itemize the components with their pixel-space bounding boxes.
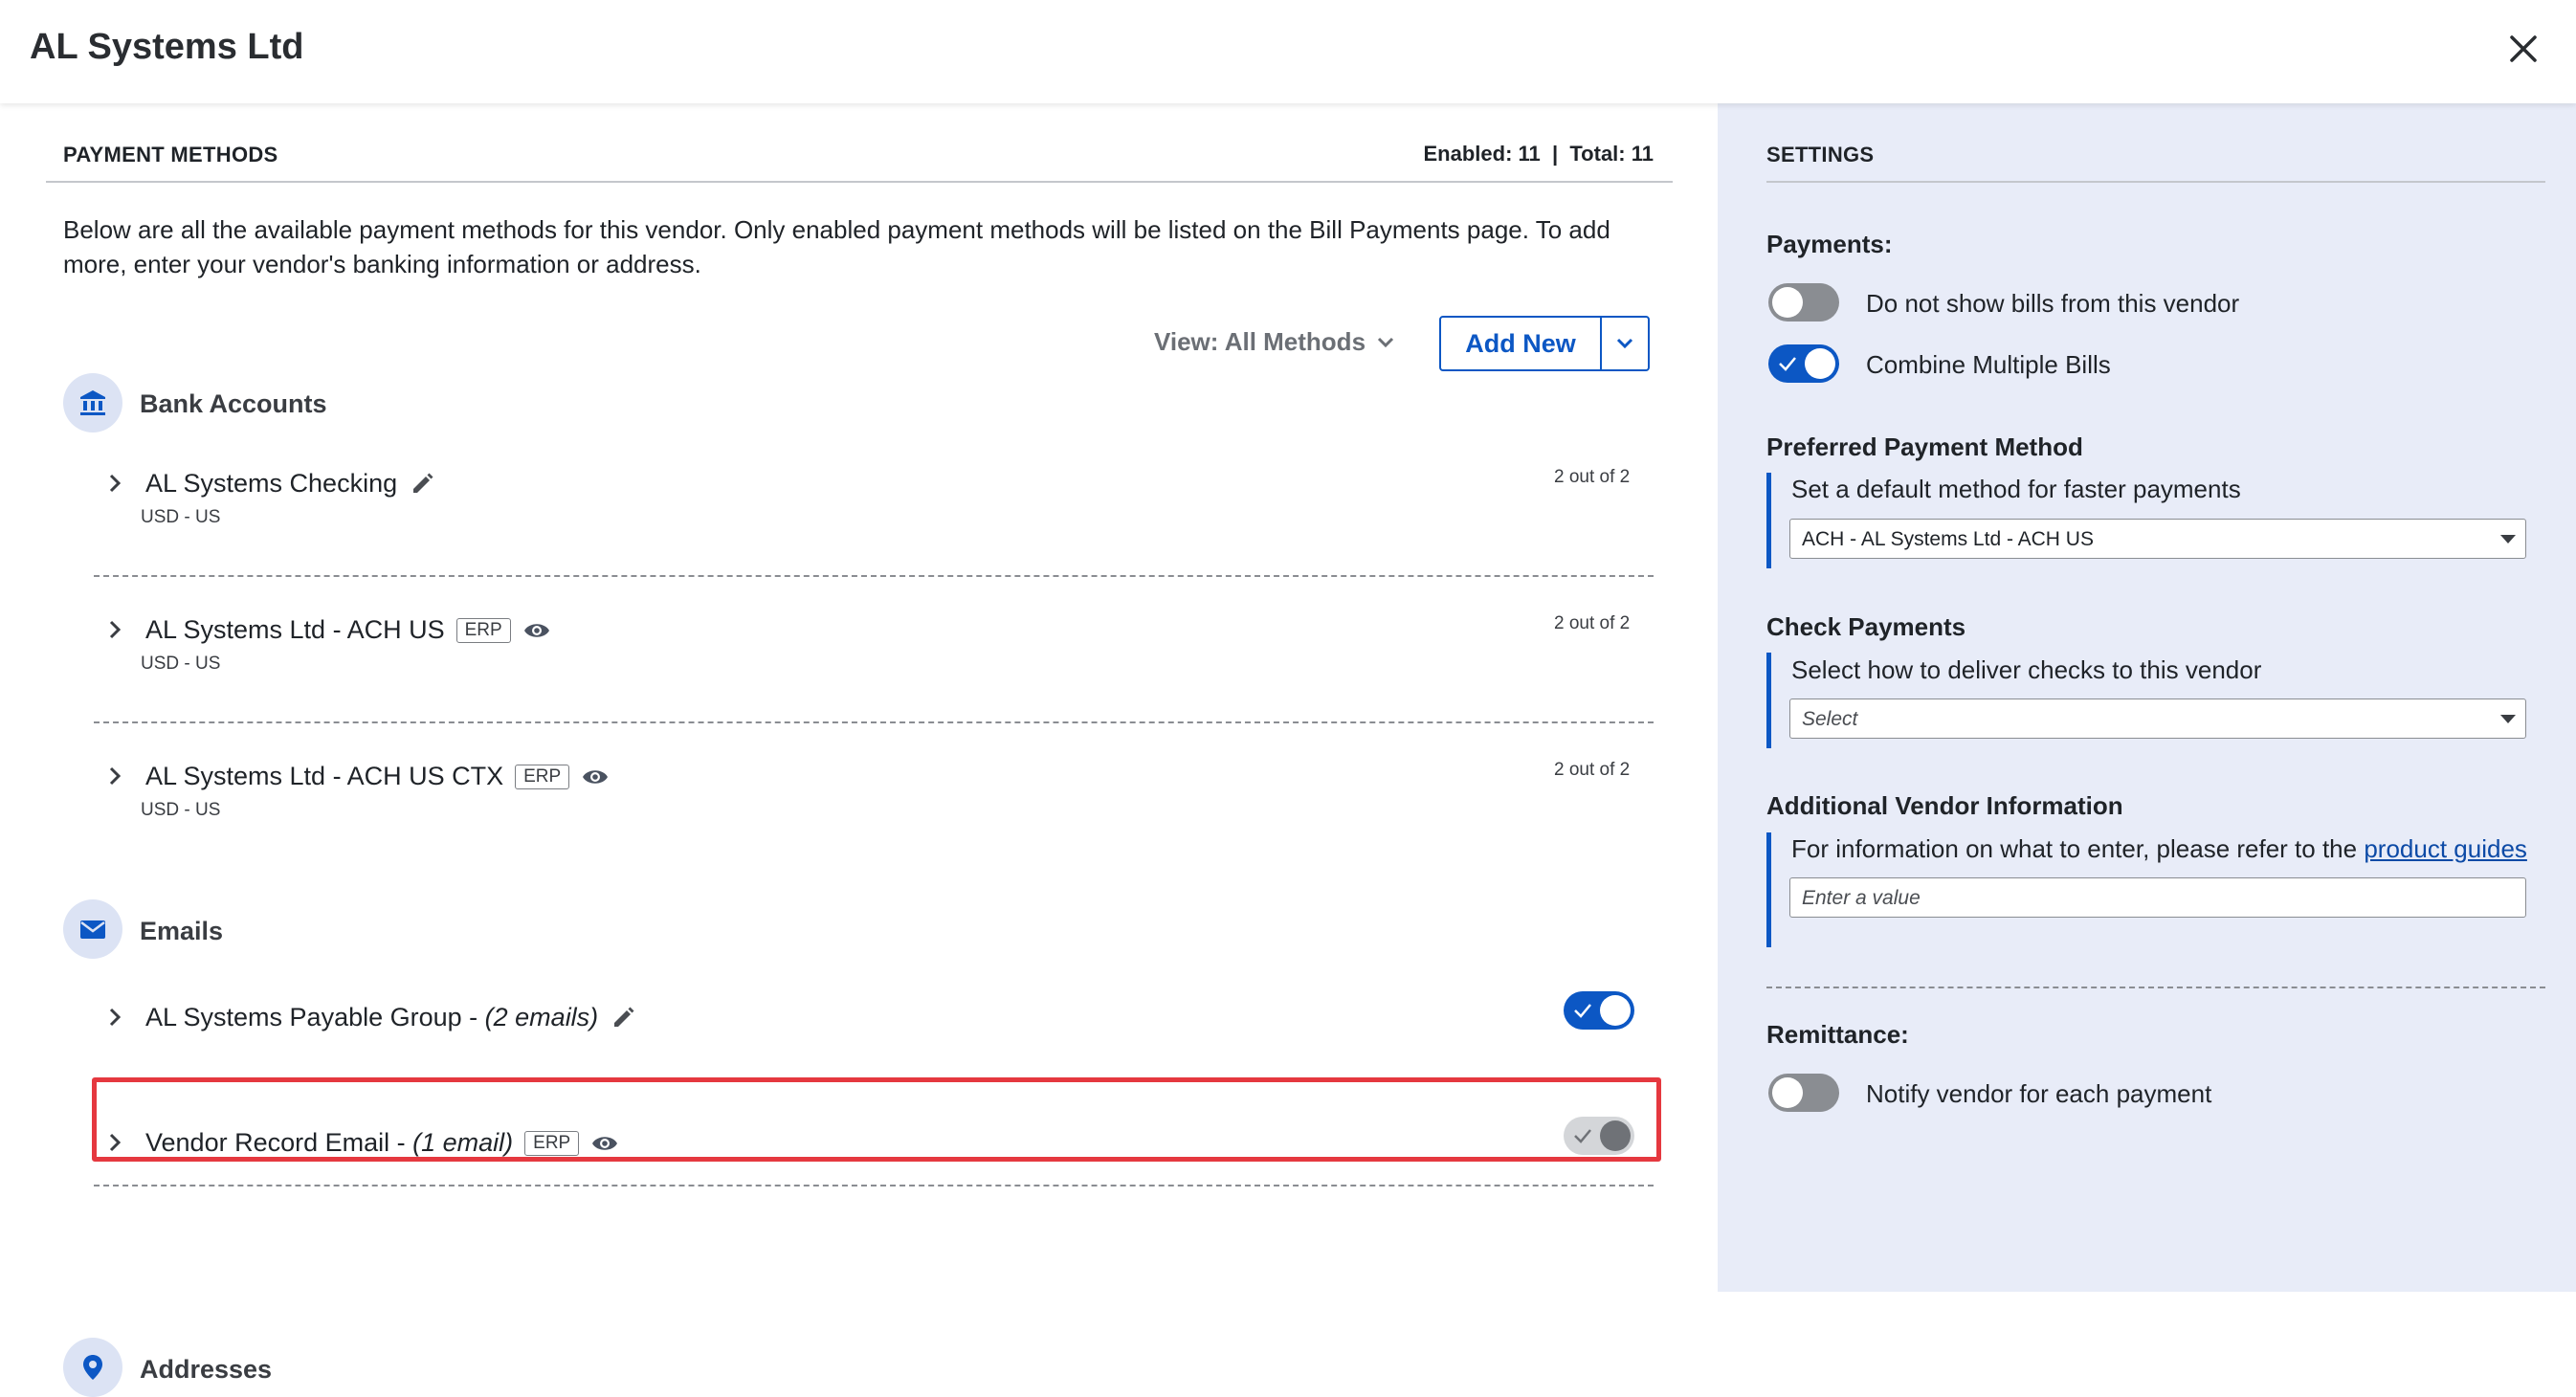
divider [1766,987,2545,988]
divider [1766,181,2545,183]
notify-vendor-toggle[interactable] [1768,1074,1839,1112]
settings-panel [1718,103,2576,1292]
email-group-name: Vendor Record Email - (1 email) [145,1128,513,1158]
additional-vendor-info-text: For information on what to enter, please… [1791,834,2527,864]
do-not-show-bills-toggle[interactable] [1768,283,1839,322]
preferred-payment-text: Set a default method for faster payments [1791,475,2241,503]
view-label: View: All Methods [1154,327,1366,356]
check-delivery-select[interactable]: Select [1789,698,2526,739]
check-icon [1779,357,1796,371]
email-count: (1 email) [412,1128,514,1157]
chevron-right-icon[interactable] [103,618,126,641]
enabled-total-counts: Enabled: 11 | Total: 11 [1423,142,1654,166]
preferred-payment-heading: Preferred Payment Method [1766,432,2083,461]
check-icon [1574,1004,1591,1018]
email-count: (2 emails) [484,1003,599,1031]
eye-icon[interactable] [522,620,551,641]
enabled-count: 2 out of 2 [1554,613,1631,633]
chevron-right-icon[interactable] [103,1006,126,1029]
caret-down-icon [2500,535,2516,543]
erp-badge: ERP [455,617,511,643]
bank-account-name: AL Systems Checking [145,469,398,498]
chevron-right-icon[interactable] [103,765,126,787]
email-enabled-toggle[interactable] [1564,991,1634,1030]
close-icon[interactable] [2503,29,2543,69]
pencil-icon[interactable] [610,1005,636,1031]
description-text: Below are all the available payment meth… [63,215,1610,278]
modal-header: AL Systems Ltd [0,0,2576,103]
bank-account-name: AL Systems Ltd - ACH US [145,615,445,644]
do-not-show-bills-label: Do not show bills from this vendor [1866,289,2240,318]
mail-icon [63,899,122,959]
remittance-label: Remittance: [1766,1020,1909,1049]
chevron-down-icon [1377,337,1394,347]
caret-down-icon [2500,715,2516,723]
eye-icon[interactable] [581,766,610,787]
check-payments-text: Select how to deliver checks to this ven… [1791,655,2262,684]
email-item: Vendor Record Email - (1 email) ERP [145,1128,619,1158]
add-new-split-button: Add New [1439,316,1650,371]
add-new-menu-button[interactable] [1602,318,1648,369]
bank-account-item: AL Systems Ltd - ACH US ERP [145,615,551,645]
currency-country: USD - US [141,654,221,674]
page-title: AL Systems Ltd [30,27,304,67]
divider [94,721,1654,723]
section-accent-bar [1766,473,1771,568]
divider [46,181,1673,183]
email-group-name: AL Systems Payable Group - (2 emails) [145,1003,598,1032]
additional-info-text: For information on what to enter, please… [1791,834,2365,863]
enabled-count: 2 out of 2 [1554,760,1631,780]
erp-badge: ERP [524,1130,580,1156]
divider [94,575,1654,577]
chevron-down-icon [1616,338,1633,349]
check-delivery-placeholder: Select [1802,708,1858,730]
preferred-payment-value: ACH - AL Systems Ltd - ACH US [1802,528,2094,550]
check-payments-heading: Check Payments [1766,612,1966,641]
preferred-payment-select[interactable]: ACH - AL Systems Ltd - ACH US [1789,519,2526,559]
section-accent-bar [1766,832,1771,947]
chevron-right-icon[interactable] [103,1131,126,1154]
check-icon [1574,1129,1591,1143]
eye-icon[interactable] [590,1133,619,1154]
addresses-label: Addresses [140,1355,273,1384]
currency-country: USD - US [141,800,221,820]
section-accent-bar [1766,653,1771,748]
payments-label: Payments: [1766,230,1893,258]
enabled-count: 2 out of 2 [1554,467,1631,487]
view-dropdown[interactable]: View: All Methods [1154,327,1396,357]
additional-vendor-info-heading: Additional Vendor Information [1766,791,2123,820]
emails-label: Emails [140,917,224,945]
erp-badge: ERP [515,764,570,789]
email-name: Vendor Record Email - [145,1128,413,1157]
divider [94,1185,1654,1186]
bank-account-item: AL Systems Ltd - ACH US CTX ERP [145,762,610,791]
bank-icon [63,373,122,432]
email-name: AL Systems Payable Group - [145,1003,485,1031]
combine-multiple-bills-label: Combine Multiple Bills [1866,350,2111,379]
chevron-right-icon[interactable] [103,472,126,495]
payment-methods-heading: PAYMENT METHODS [63,143,278,166]
bank-account-name: AL Systems Ltd - ACH US CTX [145,762,504,790]
bank-account-item: AL Systems Checking [145,469,435,499]
settings-heading: SETTINGS [1766,143,1875,166]
pencil-icon[interactable] [409,471,435,498]
add-new-button[interactable]: Add New [1441,318,1602,369]
bank-accounts-label: Bank Accounts [140,389,327,418]
location-pin-icon [63,1338,122,1397]
additional-vendor-info-input[interactable]: Enter a value [1789,877,2526,918]
email-item: AL Systems Payable Group - (2 emails) [145,1003,636,1032]
email-enabled-toggle-disabled [1564,1117,1634,1155]
combine-multiple-bills-toggle[interactable] [1768,344,1839,383]
payment-methods-panel: PAYMENT METHODS Enabled: 11 | Total: 11 … [0,103,1718,1397]
notify-vendor-label: Notify vendor for each payment [1866,1079,2212,1108]
currency-country: USD - US [141,507,221,527]
product-guides-link[interactable]: product guides [2364,834,2527,863]
